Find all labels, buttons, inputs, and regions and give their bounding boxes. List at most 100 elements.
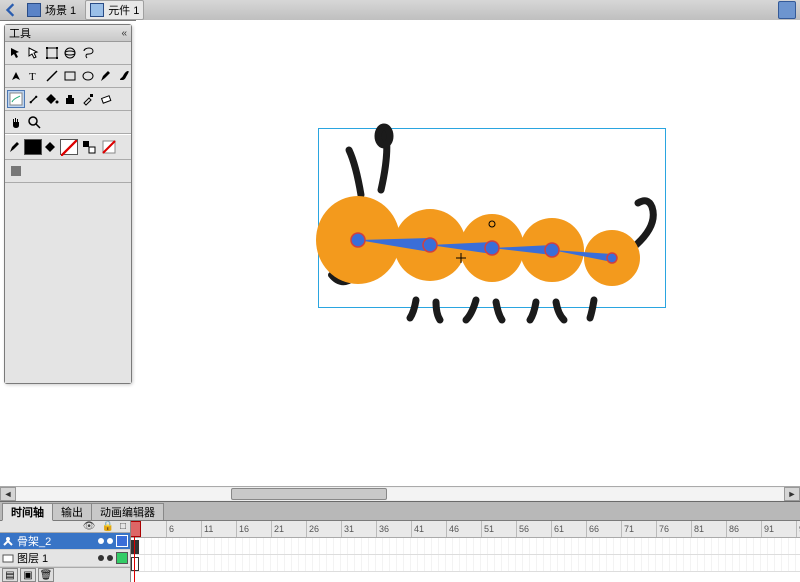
tools-panel-title: 工具 <box>9 25 31 41</box>
new-folder-button[interactable]: ▣ <box>20 568 36 582</box>
symbol-icon <box>90 3 104 17</box>
ruler-tick: 6 <box>166 521 174 537</box>
lock-column-icon[interactable]: 🔒 <box>102 521 114 532</box>
eye-column-icon[interactable]: 👁 <box>83 521 96 532</box>
tool-row-3 <box>5 88 131 111</box>
3d-rotate-tool-icon[interactable] <box>61 44 79 62</box>
ink-bottle-tool-icon[interactable] <box>61 90 79 108</box>
oval-tool-icon[interactable] <box>79 67 97 85</box>
layer-visible-dot[interactable] <box>98 538 104 544</box>
tool-row-2: T <box>5 65 131 88</box>
playhead[interactable] <box>134 521 135 582</box>
edit-bar: 场景 1 元件 1 <box>0 0 800 21</box>
delete-layer-button[interactable]: 🗑 <box>38 568 54 582</box>
stroke-color-icon <box>8 140 22 154</box>
lasso-tool-icon[interactable] <box>79 44 97 62</box>
stage-horizontal-scrollbar[interactable]: ◄ ► <box>0 486 800 502</box>
tools-panel-empty <box>5 183 131 383</box>
breadcrumb-scene[interactable]: 场景 1 <box>22 0 81 20</box>
layer-lock-dot[interactable] <box>107 538 113 544</box>
scene-icon <box>27 3 41 17</box>
layer-visible-dot[interactable] <box>98 555 104 561</box>
timeline: 👁 🔒 □ 骨架_2 图层 1 ▤ <box>0 521 800 582</box>
ruler-tick: 26 <box>306 521 319 537</box>
hand-tool-icon[interactable] <box>7 113 25 131</box>
object-drawing-icon[interactable] <box>7 162 25 180</box>
normal-layer-icon <box>2 552 14 564</box>
scroll-thumb[interactable] <box>231 488 387 500</box>
layer-name: 骨架_2 <box>17 533 51 549</box>
ruler-tick: 36 <box>376 521 389 537</box>
scroll-right-icon[interactable]: ► <box>784 487 800 501</box>
text-tool-icon[interactable]: T <box>25 67 43 85</box>
layer-row-normal[interactable]: 图层 1 <box>0 550 130 567</box>
panel-collapse-icon[interactable]: « <box>121 28 127 39</box>
bottom-panel: 时间轴 输出 动画编辑器 👁 🔒 □ 骨架_2 图层 1 <box>0 501 800 582</box>
ruler-tick: 56 <box>516 521 529 537</box>
ruler-tick: 61 <box>551 521 564 537</box>
tab-motion-editor[interactable]: 动画编辑器 <box>91 503 164 520</box>
stroke-swatch[interactable] <box>24 139 42 155</box>
ruler-tick: 81 <box>691 521 704 537</box>
caterpillar-artwork[interactable] <box>136 20 796 380</box>
no-color-icon[interactable] <box>100 138 118 156</box>
deco-tool-icon[interactable] <box>7 90 25 108</box>
scroll-left-icon[interactable]: ◄ <box>0 487 16 501</box>
frame-ruler[interactable]: 1611162126313641465156616671768186919610… <box>131 521 800 538</box>
tab-output[interactable]: 输出 <box>52 503 92 520</box>
rectangle-tool-icon[interactable] <box>61 67 79 85</box>
bone-tool-icon[interactable] <box>25 90 43 108</box>
ruler-tick: 16 <box>236 521 249 537</box>
tool-gap <box>115 44 133 62</box>
paint-bucket-tool-icon[interactable] <box>43 90 61 108</box>
ruler-tick: 21 <box>271 521 284 537</box>
layer-row-armature[interactable]: 骨架_2 <box>0 533 130 550</box>
subselection-tool-icon[interactable] <box>25 44 43 62</box>
tool-row-4 <box>5 111 131 134</box>
stage[interactable] <box>136 20 800 502</box>
ruler-tick: 11 <box>201 521 213 537</box>
pen-tool-icon[interactable] <box>7 67 25 85</box>
tab-timeline[interactable]: 时间轴 <box>2 503 53 521</box>
blank-keyframe-icon[interactable] <box>131 557 139 571</box>
ruler-tick: 41 <box>411 521 424 537</box>
layer-lock-dot[interactable] <box>107 555 113 561</box>
tools-panel-header[interactable]: 工具 « <box>5 25 131 42</box>
free-transform-tool-icon[interactable] <box>43 44 61 62</box>
brush-tool-icon[interactable] <box>115 67 133 85</box>
ruler-tick: 46 <box>446 521 459 537</box>
breadcrumb-label: 场景 1 <box>45 2 76 18</box>
ruler-tick: 96 <box>796 521 800 537</box>
breadcrumb-symbol[interactable]: 元件 1 <box>85 0 144 20</box>
outline-column-icon[interactable]: □ <box>120 521 126 532</box>
eraser-tool-icon[interactable] <box>97 90 115 108</box>
frame-row-normal[interactable] <box>131 555 800 572</box>
breadcrumb-label: 元件 1 <box>108 2 139 18</box>
frame-row-armature[interactable] <box>131 538 800 555</box>
layer-name: 图层 1 <box>17 550 48 566</box>
frames-area[interactable]: 1611162126313641465156616671768186919610… <box>131 521 800 582</box>
tool-gap <box>25 162 43 180</box>
layer-list: 👁 🔒 □ 骨架_2 图层 1 ▤ <box>0 521 131 582</box>
ruler-tick: 31 <box>341 521 354 537</box>
ruler-tick: 86 <box>726 521 739 537</box>
pencil-tool-icon[interactable] <box>97 67 115 85</box>
fill-swatch[interactable] <box>60 139 78 155</box>
zoom-tool-icon[interactable] <box>25 113 43 131</box>
fill-color-icon <box>44 140 58 154</box>
layer-outline-swatch[interactable] <box>116 552 128 564</box>
armature-layer-icon <box>2 535 14 547</box>
line-tool-icon[interactable] <box>43 67 61 85</box>
ruler-tick: 71 <box>621 521 634 537</box>
back-icon[interactable] <box>4 3 18 17</box>
edit-scene-icon[interactable] <box>778 1 796 19</box>
keyframe-icon[interactable] <box>131 540 139 554</box>
ruler-tick: 91 <box>761 521 774 537</box>
layer-outline-swatch[interactable] <box>116 535 128 547</box>
new-layer-button[interactable]: ▤ <box>2 568 18 582</box>
layer-footer: ▤ ▣ 🗑 <box>0 567 130 582</box>
swap-colors-icon[interactable] <box>80 138 98 156</box>
eyedropper-tool-icon[interactable] <box>79 90 97 108</box>
selection-tool-icon[interactable] <box>7 44 25 62</box>
scroll-track[interactable] <box>16 488 784 500</box>
